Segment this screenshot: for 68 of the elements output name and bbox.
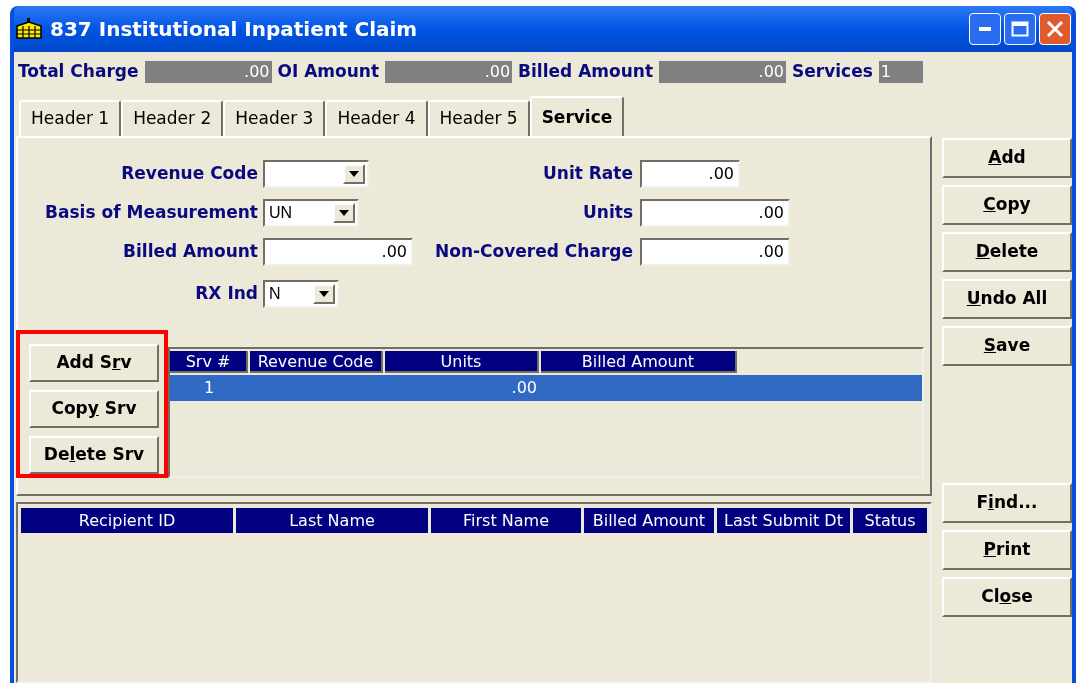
column-header: Units: [385, 351, 539, 373]
column-header: Billed Amount: [584, 508, 714, 533]
field-label: Billed Amount: [122, 240, 259, 264]
input-field[interactable]: .00: [640, 160, 740, 188]
field-value: N: [269, 284, 281, 304]
field-label: Unit Rate: [542, 162, 634, 186]
field-label: Basis of Measurement: [44, 201, 259, 225]
minimize-icon: [979, 27, 991, 31]
action-button[interactable]: Copy: [942, 185, 1072, 225]
close-icon: [1046, 20, 1064, 38]
column-header: Last Name: [236, 508, 428, 533]
action-button[interactable]: Undo All: [942, 279, 1072, 319]
summary-label: Total Charge: [18, 60, 139, 84]
field-label: Revenue Code: [120, 162, 259, 186]
input-field[interactable]: .00: [640, 199, 790, 227]
field-value: UN: [269, 203, 293, 223]
dropdown-button[interactable]: [313, 284, 335, 304]
dropdown-field[interactable]: [263, 160, 369, 188]
table-row[interactable]: 1 .00: [170, 375, 922, 401]
tab[interactable]: Header 1: [19, 100, 122, 136]
column-header: First Name: [431, 508, 581, 533]
table-cell-text: 1: [202, 377, 216, 399]
field-label: RX Ind: [194, 282, 259, 306]
action-button[interactable]: Add Srv: [29, 344, 159, 382]
input-field[interactable]: .00: [263, 238, 413, 266]
input-field[interactable]: .00: [640, 238, 790, 266]
minimize-button[interactable]: [969, 13, 1001, 45]
column-header: Srv #: [170, 351, 248, 373]
field-label: Units: [582, 201, 634, 225]
column-header: Recipient ID: [21, 508, 233, 533]
summary-label: OI Amount: [277, 60, 380, 84]
summary-value: .00: [385, 61, 513, 83]
action-button[interactable]: Save: [942, 326, 1072, 366]
building-icon: [16, 18, 42, 40]
caret-icon: [319, 291, 329, 297]
maximize-button[interactable]: [1004, 13, 1036, 45]
action-button[interactable]: Delete: [942, 232, 1072, 272]
tab[interactable]: Header 5: [427, 100, 530, 136]
summary-value: .00: [144, 61, 272, 83]
action-button[interactable]: Close: [942, 577, 1072, 617]
dropdown-button[interactable]: [343, 164, 365, 184]
close-button[interactable]: [1039, 13, 1071, 45]
column-header: Status: [853, 508, 927, 533]
dropdown-field[interactable]: N: [263, 280, 339, 308]
window-title: 837 Institutional Inpatient Claim: [50, 16, 419, 43]
table-cell-text: .00: [510, 377, 538, 399]
column-header: Revenue Code: [250, 351, 383, 373]
tab[interactable]: Header 4: [325, 100, 428, 136]
column-header: Last Submit Dt: [717, 508, 850, 533]
tab[interactable]: Header 2: [121, 100, 224, 136]
field-label: Non-Covered Charge: [434, 240, 634, 264]
tab[interactable]: Header 3: [223, 100, 326, 136]
action-button[interactable]: Print: [942, 530, 1072, 570]
action-button[interactable]: Copy Srv: [29, 390, 159, 428]
summary-value: 1: [878, 61, 923, 83]
summary-value: .00: [659, 61, 786, 83]
summary-label: Services: [792, 60, 873, 84]
column-header: Billed Amount: [541, 351, 737, 373]
summary-label: Billed Amount: [518, 60, 653, 84]
caret-icon: [349, 171, 359, 177]
action-button[interactable]: Add: [942, 138, 1072, 178]
action-button[interactable]: Delete Srv: [29, 436, 159, 474]
dropdown-field[interactable]: UN: [263, 199, 359, 227]
action-button[interactable]: Find...: [942, 483, 1072, 523]
tab[interactable]: Service: [529, 96, 625, 138]
caret-icon: [339, 210, 349, 216]
maximize-icon: [1011, 21, 1029, 37]
dropdown-button[interactable]: [333, 203, 355, 223]
